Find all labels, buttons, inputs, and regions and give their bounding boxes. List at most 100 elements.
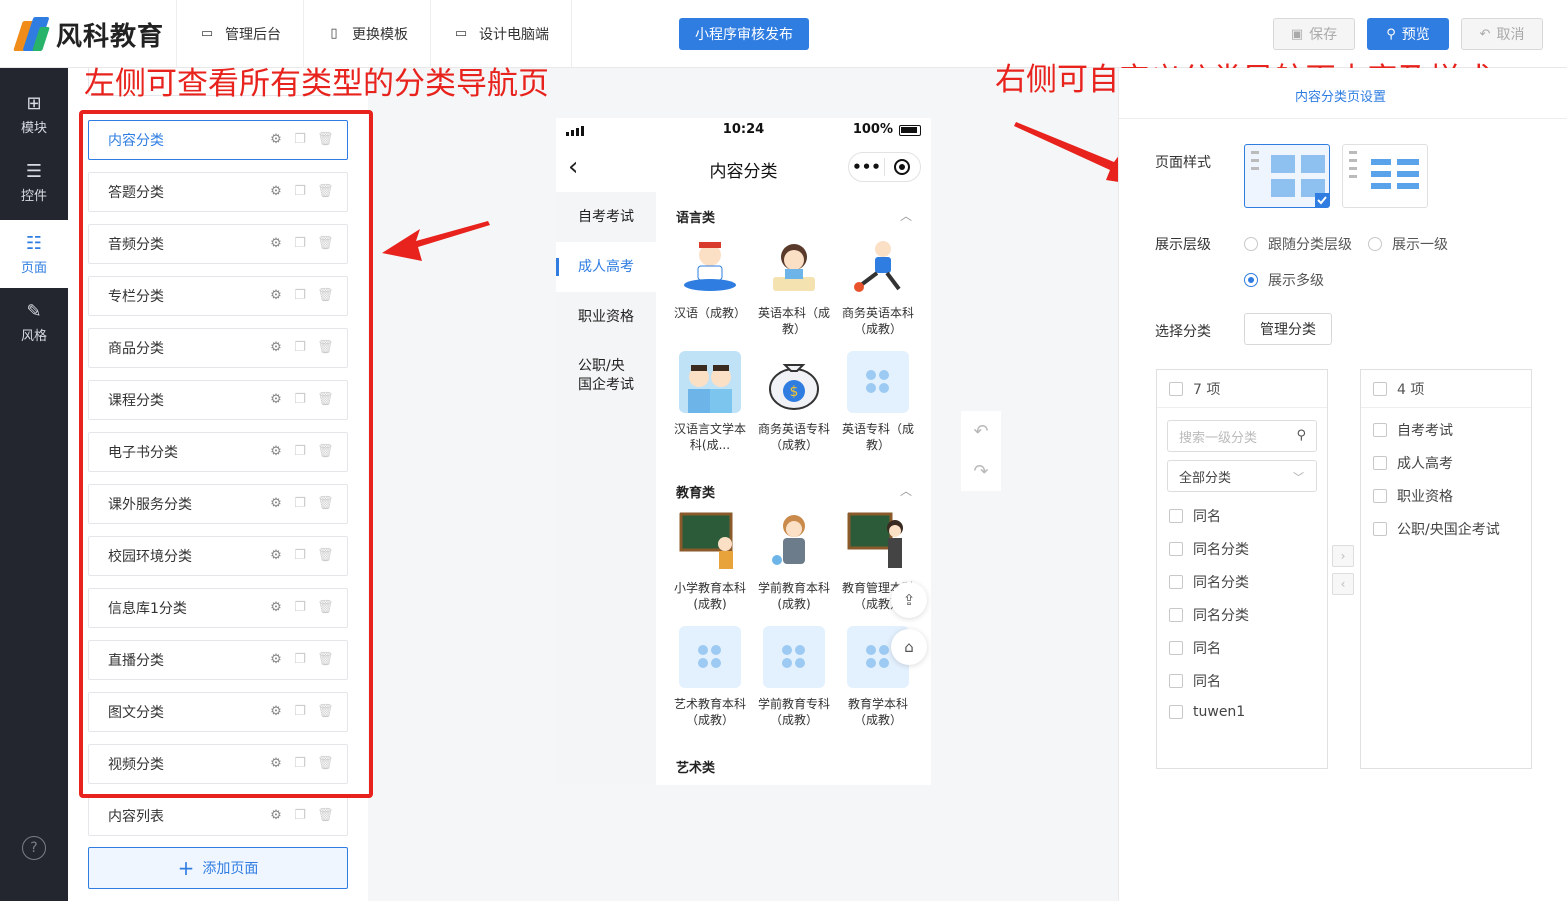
category-tile[interactable]: 小学教育本科(成教) xyxy=(670,510,750,612)
category-tile[interactable]: 学前教育本科(成教) xyxy=(754,510,834,612)
chevron-up-icon[interactable]: ︿ xyxy=(900,207,912,224)
checkbox[interactable] xyxy=(1373,489,1387,503)
save-button[interactable]: ▣ 保存 xyxy=(1273,18,1355,50)
cancel-button[interactable]: ↶ 取消 xyxy=(1461,18,1543,50)
checkbox[interactable] xyxy=(1373,423,1387,437)
radio-multi-level[interactable]: 展示多级 xyxy=(1244,270,1324,290)
sidebar-item-modules[interactable]: ⊞ 模块 xyxy=(0,80,68,148)
settings-tab[interactable]: 内容分类页设置 xyxy=(1295,86,1386,105)
checkbox[interactable] xyxy=(1169,608,1183,622)
save-icon: ▣ xyxy=(1290,26,1304,42)
page-item[interactable]: 内容列表 ⚙ ❐ 🗑 xyxy=(88,796,348,836)
move-left-button[interactable]: ‹ xyxy=(1332,573,1354,595)
style-option-grid[interactable] xyxy=(1244,144,1330,208)
transfer-item[interactable]: 同名 xyxy=(1169,506,1221,526)
trash-icon[interactable]: 🗑 xyxy=(317,808,334,824)
undo-icon: ↶ xyxy=(1479,26,1491,42)
checkbox[interactable] xyxy=(1169,575,1183,589)
preview-button[interactable]: ⚲ 预览 xyxy=(1367,18,1449,50)
chevron-up-icon[interactable]: ︿ xyxy=(900,482,912,499)
page-style-label: 页面样式 xyxy=(1155,155,1211,171)
tile-label: 英语本科（成教） xyxy=(757,306,830,336)
item-label: 公职/央国企考试 xyxy=(1397,522,1500,538)
category-tile[interactable]: 英语专科（成教） xyxy=(838,351,918,453)
radio-label: 展示多级 xyxy=(1268,273,1324,289)
category-item-selected[interactable]: 成人高考 xyxy=(556,242,656,292)
share-icon[interactable]: ⇪ xyxy=(891,582,927,618)
category-tile[interactable]: $ 商务英语专科（成教） xyxy=(754,351,834,453)
tile-label: 小学教育本科(成教) xyxy=(673,581,746,611)
search-input[interactable]: 搜索一级分类 ⚲ xyxy=(1167,420,1317,452)
placeholder-image xyxy=(679,626,741,688)
transfer-item[interactable]: 自考考试 xyxy=(1373,420,1453,440)
nav-desktop-label: 设计电脑端 xyxy=(479,27,549,43)
transfer-item[interactable]: 成人高考 xyxy=(1373,453,1453,473)
checkbox[interactable] xyxy=(1373,522,1387,536)
left-sidebar: ⊞ 模块 ☰ 控件 ☷ 页面 ✎ 风格 ? xyxy=(0,68,68,901)
transfer-item[interactable]: tuwen1 xyxy=(1169,704,1245,720)
item-label: 职业资格 xyxy=(1397,489,1453,505)
transfer-item[interactable]: 同名分类 xyxy=(1169,539,1249,559)
transfer-item[interactable]: 公职/央国企考试 xyxy=(1373,519,1500,539)
tile-label: 教育学本科（成教） xyxy=(847,697,908,727)
sidebar-item-pages[interactable]: ☷ 页面 xyxy=(0,220,68,288)
brand-name: 风科教育 xyxy=(56,21,165,52)
chevron-right-icon: › xyxy=(1340,549,1346,563)
cancel-label: 取消 xyxy=(1496,27,1525,43)
category-item[interactable]: 职业资格 xyxy=(556,292,656,342)
transfer-item[interactable]: 同名分类 xyxy=(1169,572,1249,592)
select-all-checkbox[interactable] xyxy=(1169,381,1183,396)
category-item[interactable]: 自考考试 xyxy=(556,192,656,242)
category-item[interactable]: 公职/央国企考试 xyxy=(556,342,656,410)
sidebar-item-style[interactable]: ✎ 风格 xyxy=(0,288,68,356)
cartoon-teacher-board-image xyxy=(679,510,741,572)
checkbox[interactable] xyxy=(1169,542,1183,556)
checkbox[interactable] xyxy=(1169,674,1183,688)
select-all-checkbox[interactable] xyxy=(1373,381,1387,396)
transfer-item[interactable]: 同名 xyxy=(1169,671,1221,691)
brand-logo[interactable]: 风科教育 xyxy=(13,14,165,54)
sliders-icon: ☰ xyxy=(25,160,43,182)
transfer-header: 7 项 xyxy=(1157,370,1327,408)
checkbox[interactable] xyxy=(1169,705,1183,719)
move-right-button[interactable]: › xyxy=(1332,545,1354,567)
category-filter-select[interactable]: 全部分类 ﹀ xyxy=(1167,460,1317,492)
miniprogram-capsule[interactable]: ••• xyxy=(848,152,921,182)
close-target-icon[interactable] xyxy=(885,159,920,175)
category-tile[interactable]: 汉语（成教） xyxy=(670,235,750,321)
checkbox[interactable] xyxy=(1169,641,1183,655)
category-tile[interactable]: 商务英语本科（成教） xyxy=(838,235,918,337)
checkbox[interactable] xyxy=(1373,456,1387,470)
transfer-target-list: 4 项 自考考试 成人高考 职业资格 公职/央国企考试 xyxy=(1360,369,1532,769)
transfer-item[interactable]: 同名分类 xyxy=(1169,605,1249,625)
redo-icon[interactable]: ↷ xyxy=(961,451,1001,491)
category-tile[interactable]: 汉语言文学本科(成... xyxy=(670,351,750,453)
radio-follow-level[interactable]: 跟随分类层级 xyxy=(1244,234,1352,254)
sidebar-item-controls[interactable]: ☰ 控件 xyxy=(0,148,68,216)
section-title: 语言类 xyxy=(676,211,716,226)
home-icon[interactable]: ⌂ xyxy=(891,629,927,665)
help-icon[interactable]: ? xyxy=(22,836,46,860)
more-icon[interactable]: ••• xyxy=(849,158,884,176)
category-tile[interactable]: 英语本科（成教） xyxy=(754,235,834,337)
category-tile[interactable]: 学前教育专科（成教） xyxy=(754,626,834,728)
tile-label: 学前教育专科（成教） xyxy=(757,697,830,727)
sidebar-label: 风格 xyxy=(20,328,47,344)
radio-single-level[interactable]: 展示一级 xyxy=(1368,234,1448,254)
gear-icon[interactable]: ⚙ xyxy=(269,808,283,824)
style-option-list[interactable] xyxy=(1342,144,1428,208)
nav-admin-label: 管理后台 xyxy=(225,27,281,43)
tile-label: 商务英语本科（成教） xyxy=(841,306,914,336)
plus-square-icon: ⊞ xyxy=(26,92,42,114)
add-page-button[interactable]: + 添加页面 xyxy=(88,847,348,889)
copy-icon[interactable]: ❐ xyxy=(293,808,307,824)
transfer-item[interactable]: 同名 xyxy=(1169,638,1221,658)
publish-miniprogram-button[interactable]: 小程序审核发布 xyxy=(679,18,809,50)
checkbox[interactable] xyxy=(1169,509,1183,523)
undo-icon[interactable]: ↶ xyxy=(961,411,1001,451)
transfer-item[interactable]: 职业资格 xyxy=(1373,486,1453,506)
manage-category-button[interactable]: 管理分类 xyxy=(1244,313,1332,345)
preview-label: 预览 xyxy=(1401,27,1430,43)
phone-preview: 10:24 100% ‹ 内容分类 ••• 自考考试 成人高考 职业资格 公职/… xyxy=(556,118,931,785)
category-tile[interactable]: 艺术教育本科（成教） xyxy=(670,626,750,728)
